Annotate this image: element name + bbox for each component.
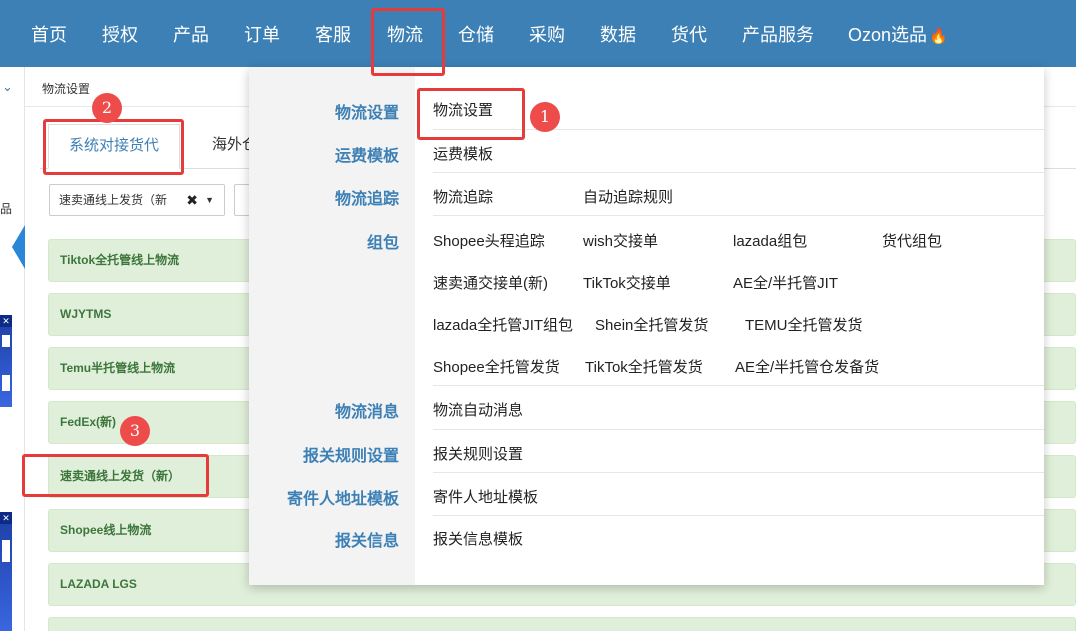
nav-purchase[interactable]: 采购 [529, 22, 565, 48]
menu-link-temu-ship[interactable]: TEMU全托管发货 [745, 314, 863, 335]
menu-category-message: 物流消息 [334, 404, 399, 421]
annotation-box-nav-logistics [371, 8, 445, 76]
menu-category-customs-rule: 报关规则设置 [302, 448, 399, 465]
menu-category-tracking: 物流追踪 [334, 191, 399, 208]
nav-freight-forwarder[interactable]: 货代 [671, 22, 707, 48]
menu-category-customs-info: 报关信息 [334, 533, 399, 550]
nav-product-services[interactable]: 产品服务 [742, 22, 814, 48]
nav-data[interactable]: 数据 [600, 22, 636, 48]
menu-link-freight-template[interactable]: 运费模板 [433, 143, 493, 164]
menu-link-auto-tracking-rule[interactable]: 自动追踪规则 [583, 186, 673, 207]
annotation-badge-1: 1 [530, 102, 560, 132]
side-ad-banner-2[interactable]: ✕ [0, 512, 12, 631]
menu-link-ae-warehouse-stock[interactable]: AE全/半托管仓发备货 [735, 356, 879, 377]
menu-link-tiktok-handover[interactable]: TikTok交接单 [583, 272, 671, 293]
nav-customer-service[interactable]: 客服 [315, 22, 351, 48]
nav-ozon-selection[interactable]: Ozon选品 🔥 [848, 22, 948, 50]
annotation-badge-2: 2 [92, 93, 122, 123]
top-nav: 首页 授权 产品 订单 客服 物流 仓储 采购 数据 货代 产品服务 Ozon选… [0, 0, 1076, 67]
menu-link-shopee-full-ship[interactable]: Shopee全托管发货 [433, 356, 560, 377]
nav-home[interactable]: 首页 [31, 22, 67, 48]
select-value: 速卖通线上发货（新 [59, 193, 168, 207]
menu-link-ae-jit[interactable]: AE全/半托管JIT [733, 272, 838, 293]
carrier-row[interactable] [48, 617, 1076, 631]
close-icon[interactable]: ✕ [0, 315, 12, 327]
menu-link-customs-info-template[interactable]: 报关信息模板 [433, 528, 523, 549]
menu-category-logistics-settings: 物流设置 [334, 105, 399, 122]
nav-ozon-label: Ozon选品 [848, 25, 928, 45]
menu-category-freight-template: 运费模板 [334, 148, 399, 165]
menu-link-customs-rule[interactable]: 报关规则设置 [433, 443, 523, 464]
flame-icon: 🔥 [929, 28, 948, 45]
menu-link-aliexpress-handover[interactable]: 速卖通交接单(新) [433, 272, 548, 293]
clear-icon[interactable]: ✖ [186, 185, 198, 215]
sidebar-partial-text: 品 [0, 202, 13, 216]
menu-link-auto-message[interactable]: 物流自动消息 [433, 399, 523, 420]
annotation-badge-3: 3 [120, 416, 150, 446]
menu-link-sender-template[interactable]: 寄件人地址模板 [433, 486, 538, 507]
menu-link-tracking[interactable]: 物流追踪 [433, 186, 493, 207]
annotation-box-system-forwarder-tab [43, 119, 184, 175]
nav-warehouse[interactable]: 仓储 [458, 22, 494, 48]
menu-category-pack: 组包 [366, 235, 399, 252]
annotation-box-logistics-settings [417, 88, 525, 140]
chevron-down-icon[interactable]: ⌄ [2, 79, 13, 95]
menu-link-wish-handover[interactable]: wish交接单 [583, 230, 658, 251]
nav-products[interactable]: 产品 [173, 22, 209, 48]
breadcrumb: 物流设置 [42, 82, 91, 96]
menu-link-shein-ship[interactable]: Shein全托管发货 [595, 314, 708, 335]
menu-link-lazada-jit-pack[interactable]: lazada全托管JIT组包 [433, 314, 573, 335]
menu-link-shopee-head-tracking[interactable]: Shopee头程追踪 [433, 230, 545, 251]
menu-link-lazada-pack[interactable]: lazada组包 [733, 230, 807, 251]
menu-link-forwarder-pack[interactable]: 货代组包 [882, 230, 942, 251]
nav-orders[interactable]: 订单 [244, 22, 280, 48]
menu-link-tiktok-full-ship[interactable]: TikTok全托管发货 [585, 356, 703, 377]
side-ad-banner[interactable]: ✕ [0, 315, 12, 407]
menu-category-sender-template: 寄件人地址模板 [286, 491, 399, 508]
caret-down-icon: ▼ [205, 195, 214, 205]
close-icon[interactable]: ✕ [0, 512, 12, 524]
annotation-box-aliexpress-row [22, 454, 209, 497]
sidebar-toggle-tab[interactable] [12, 225, 25, 269]
channel-select[interactable]: 速卖通线上发货（新 ✖ ▼ [49, 184, 225, 216]
logistics-dropdown-menu: 物流设置 运费模板 物流追踪 组包 物流消息 报关规则设置 寄件人地址模板 报关… [249, 67, 1044, 585]
nav-authorize[interactable]: 授权 [102, 22, 138, 48]
